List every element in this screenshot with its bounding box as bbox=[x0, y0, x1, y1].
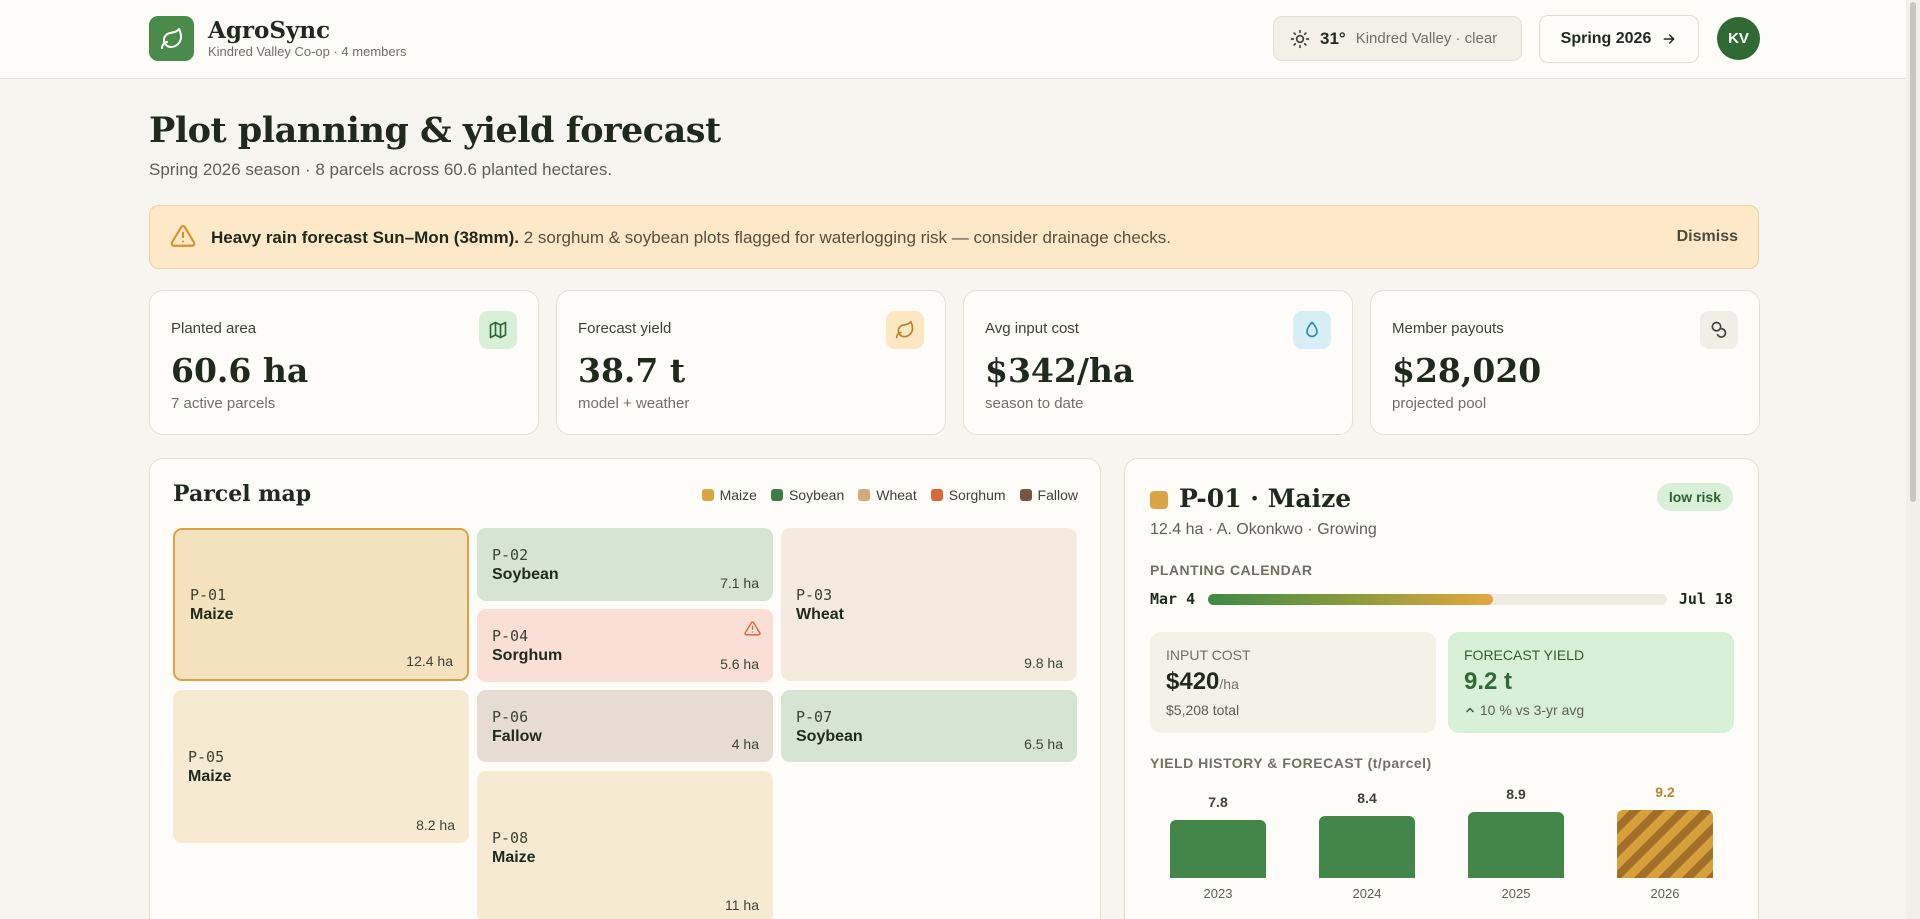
top-bar: AgroSync Kindred Valley Co-op · 4 member… bbox=[0, 0, 1920, 79]
weather-location: Kindred Valley · clear bbox=[1355, 30, 1498, 47]
kpi-card-member-payouts[interactable]: Member payouts $28,020 projected pool bbox=[1370, 290, 1760, 435]
parcel-area: 9.8 ha bbox=[1024, 655, 1063, 671]
weather-alert-banner: Heavy rain forecast Sun–Mon (38mm). 2 so… bbox=[149, 205, 1759, 269]
kpi-card-planted-area[interactable]: Planted area 60.6 ha 7 active parcels bbox=[149, 290, 539, 435]
parcel-p-05[interactable]: P-05 Maize 8.2 ha bbox=[173, 690, 469, 843]
crop-legend: Maize Soybean Wheat Sorghum Fallow bbox=[701, 487, 1078, 503]
bar-value-label: 9.2 bbox=[1655, 784, 1675, 800]
parcel-id: P-01 bbox=[190, 586, 227, 604]
parcel-crop: Maize bbox=[492, 849, 536, 866]
legend-item-soybean: Soybean bbox=[770, 487, 844, 503]
parcel-id: P-08 bbox=[492, 829, 529, 847]
parcel-id: P-06 bbox=[492, 708, 529, 726]
page-subtitle: Spring 2026 season · 8 parcels across 60… bbox=[149, 160, 613, 179]
parcel-crop: Fallow bbox=[492, 728, 542, 745]
sun-icon bbox=[1290, 29, 1310, 48]
parcel-id: P-04 bbox=[492, 627, 529, 645]
parcel-id: P-07 bbox=[796, 708, 833, 726]
parcel-crop: Maize bbox=[188, 768, 232, 785]
parcel-p-08[interactable]: P-08 Maize 11 ha bbox=[477, 771, 773, 919]
kpi-value: 38.7 t bbox=[578, 351, 686, 390]
kpi-value: $28,020 bbox=[1392, 351, 1542, 390]
bar-value-label: 8.4 bbox=[1357, 790, 1377, 806]
parcel-crop: Soybean bbox=[796, 728, 863, 745]
kpi-subtext: season to date bbox=[985, 395, 1084, 412]
parcel-area: 4 ha bbox=[731, 736, 759, 752]
kpi-subtext: model + weather bbox=[578, 395, 690, 412]
droplet-icon bbox=[1293, 311, 1331, 349]
parcel-p-06[interactable]: P-06 Fallow 4 ha bbox=[477, 690, 773, 762]
bar-value-label: 7.8 bbox=[1208, 794, 1228, 810]
parcel-area: 7.1 ha bbox=[720, 575, 759, 591]
parcel-p-01[interactable]: P-01 Maize 12.4 ha bbox=[173, 528, 469, 681]
weather-temperature: 31° bbox=[1320, 28, 1346, 48]
parcel-map-title: Parcel map bbox=[173, 481, 312, 507]
arrow-right-icon bbox=[1663, 34, 1675, 44]
leaf-icon bbox=[160, 27, 182, 49]
parcel-id: P-03 bbox=[796, 586, 833, 604]
legend-item-sorghum: Sorghum bbox=[930, 487, 1006, 503]
legend-item-maize: Maize bbox=[701, 487, 757, 503]
parcel-area: 11 ha bbox=[725, 897, 759, 913]
coins-icon bbox=[1700, 311, 1738, 349]
kpi-label: Member payouts bbox=[1392, 320, 1504, 337]
parcel-crop: Sorghum bbox=[492, 647, 563, 664]
season-button-label: Spring 2026 bbox=[1560, 30, 1652, 47]
app-logo[interactable] bbox=[149, 16, 194, 61]
bar-year-label: 2024 bbox=[1352, 886, 1382, 901]
leaf-icon bbox=[886, 311, 924, 349]
parcel-p-03[interactable]: P-03 Wheat 9.8 ha bbox=[781, 528, 1077, 681]
parcel-area: 6.5 ha bbox=[1024, 736, 1063, 752]
bar-year-label: 2026 bbox=[1650, 886, 1680, 901]
org-subtitle: Kindred Valley Co-op · 4 members bbox=[208, 44, 407, 59]
parcel-map-panel: Parcel map Maize Soybean Wheat Sorghum F… bbox=[149, 458, 1101, 919]
parcel-area: 8.2 ha bbox=[416, 817, 455, 833]
kpi-value: $342/ha bbox=[985, 351, 1135, 390]
legend-item-fallow: Fallow bbox=[1019, 487, 1078, 503]
kpi-label: Forecast yield bbox=[578, 320, 672, 337]
parcel-crop: Soybean bbox=[492, 566, 559, 583]
season-button[interactable]: Spring 2026 bbox=[1539, 15, 1699, 63]
parcel-p-04[interactable]: P-04 Sorghum 5.6 ha bbox=[477, 609, 773, 682]
history-bar[interactable] bbox=[1468, 812, 1564, 878]
kpi-label: Planted area bbox=[171, 320, 257, 337]
scrollbar-thumb[interactable] bbox=[1910, 2, 1916, 502]
parcel-p-07[interactable]: P-07 Soybean 6.5 ha bbox=[781, 690, 1077, 762]
alert-message: Heavy rain forecast Sun–Mon (38mm). 2 so… bbox=[211, 228, 1171, 248]
warning-icon bbox=[170, 225, 196, 247]
parcel-detail-panel: P-01 · Maize low risk 12.4 ha · A. Okonk… bbox=[1124, 458, 1759, 919]
user-avatar[interactable]: KV bbox=[1717, 17, 1760, 60]
parcel-p-02[interactable]: P-02 Soybean 7.1 ha bbox=[477, 528, 773, 601]
bar-year-label: 2025 bbox=[1501, 886, 1531, 901]
yield-history-chart: 7.8 2023 8.4 2024 8.9 2025 9.2 2026 bbox=[1125, 459, 1760, 919]
kpi-subtext: 7 active parcels bbox=[171, 395, 276, 412]
parcel-crop: Maize bbox=[190, 606, 234, 623]
kpi-card-avg-input-cost[interactable]: Avg input cost $342/ha season to date bbox=[963, 290, 1353, 435]
parcel-id: P-02 bbox=[492, 546, 529, 564]
parcel-crop: Wheat bbox=[796, 606, 844, 623]
bar-year-label: 2023 bbox=[1203, 886, 1233, 901]
kpi-card-forecast-yield[interactable]: Forecast yield 38.7 t model + weather bbox=[556, 290, 946, 435]
brand-name: AgroSync bbox=[208, 17, 331, 44]
kpi-value: 60.6 ha bbox=[171, 351, 309, 390]
dismiss-button[interactable]: Dismiss bbox=[1677, 228, 1738, 246]
weather-widget[interactable]: 31° Kindred Valley · clear bbox=[1273, 16, 1522, 61]
kpi-label: Avg input cost bbox=[985, 320, 1079, 337]
forecast-bar[interactable] bbox=[1617, 810, 1713, 878]
parcel-area: 12.4 ha bbox=[406, 653, 453, 669]
parcel-area: 5.6 ha bbox=[720, 656, 759, 672]
parcel-id: P-05 bbox=[188, 748, 225, 766]
history-bar[interactable] bbox=[1319, 816, 1415, 878]
alert-body: 2 sorghum & soybean plots flagged for wa… bbox=[518, 228, 1172, 247]
bar-value-label: 8.9 bbox=[1506, 786, 1526, 802]
page-title: Plot planning & yield forecast bbox=[149, 110, 721, 151]
kpi-subtext: projected pool bbox=[1392, 395, 1487, 412]
map-icon bbox=[479, 311, 517, 349]
warning-icon bbox=[744, 621, 761, 636]
alert-headline: Heavy rain forecast Sun–Mon (38mm). bbox=[211, 228, 519, 247]
legend-item-wheat: Wheat bbox=[858, 487, 917, 503]
history-bar[interactable] bbox=[1170, 820, 1266, 878]
